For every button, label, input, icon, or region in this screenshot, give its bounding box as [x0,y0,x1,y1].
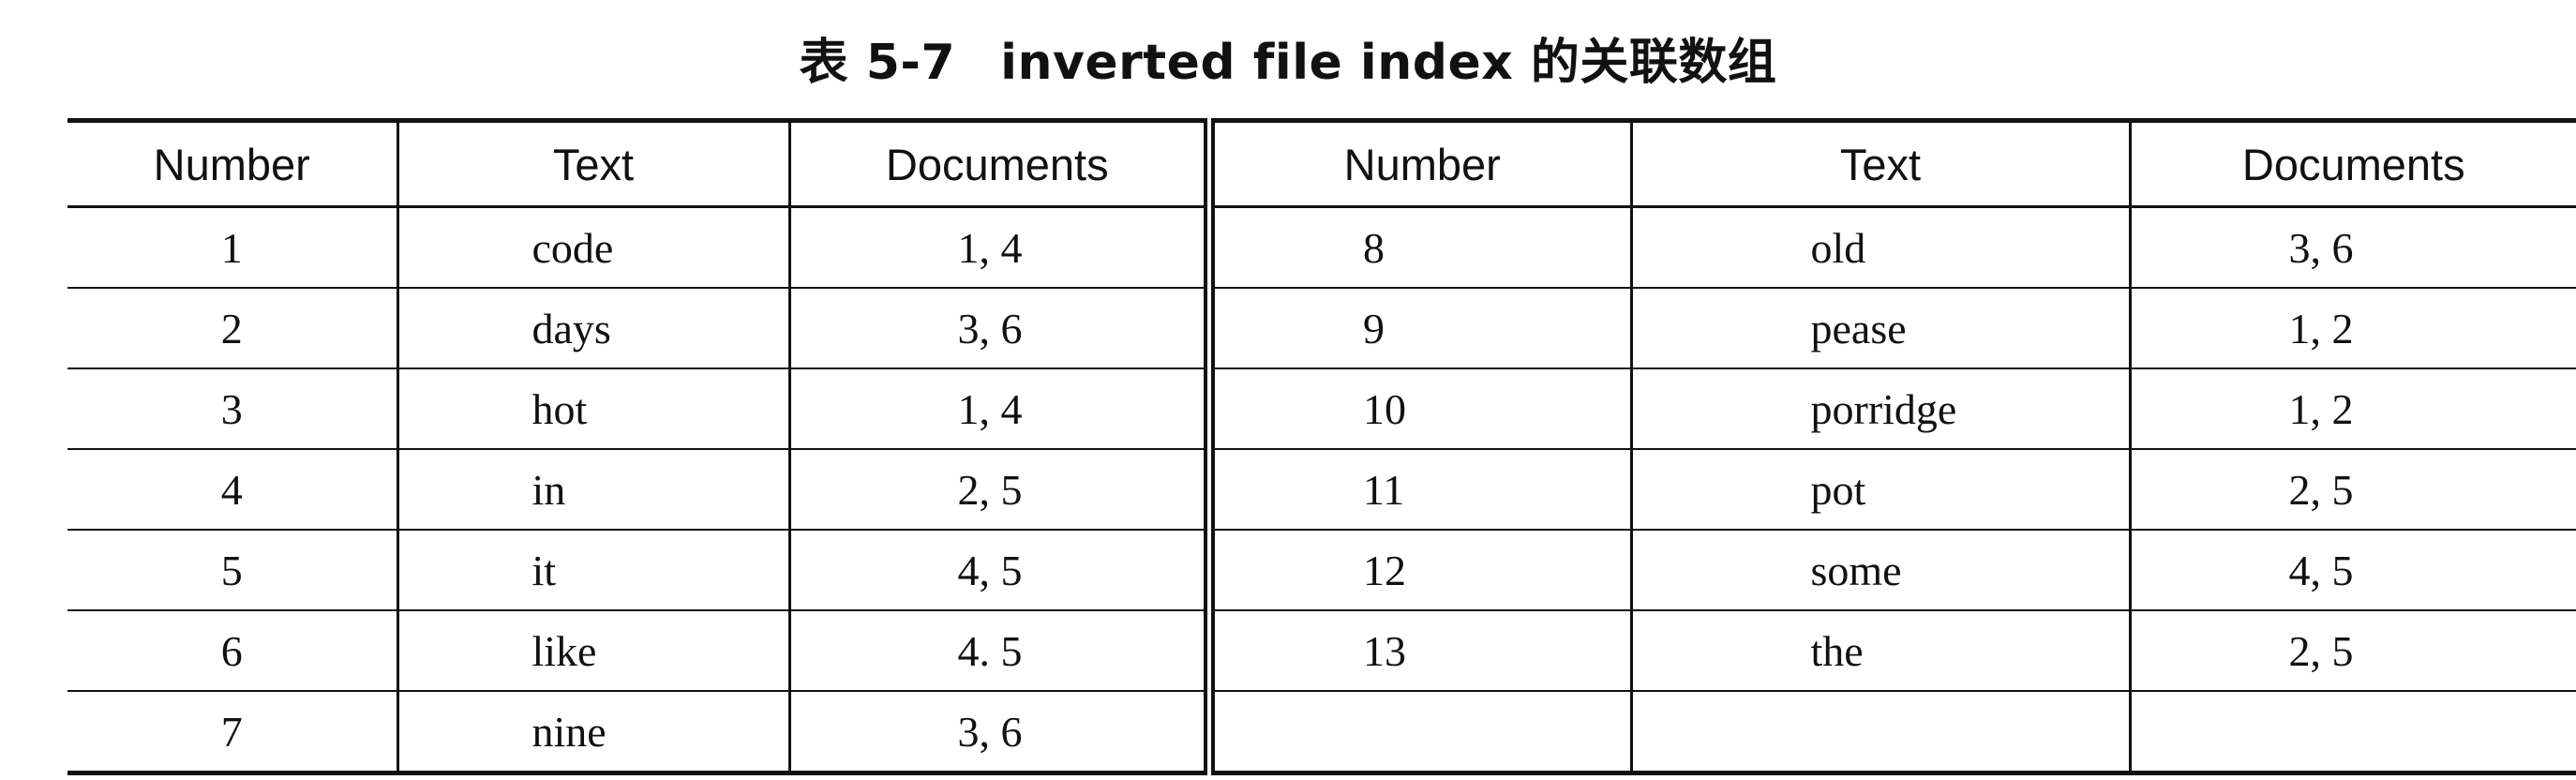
header-text-left: Text [396,120,789,208]
cell-text: it [396,530,789,611]
cell-text: code [396,206,789,289]
cell-text: hot [396,368,789,450]
inverted-index-table: Number Text Documents Number Text Docume… [67,118,2576,775]
cell-number: 12 [1204,530,1631,611]
cell-number: 11 [1204,449,1631,531]
table-row: 4 in 2, 5 11 pot 2, 5 [67,449,2576,531]
header-documents-left: Documents [787,120,1209,208]
cell-number: 8 [1204,206,1631,289]
cell-documents: 1, 4 [787,206,1209,289]
caption-title: inverted file index 的关联数组 [1000,35,1777,91]
table-row: 7 nine 3, 6 [67,691,2576,773]
cell-text: porridge [1629,368,2130,450]
cell-documents: 4, 5 [787,530,1209,611]
cell-text-empty [1629,691,2130,773]
cell-number: 3 [67,368,397,450]
cell-number: 4 [67,449,397,531]
cell-documents: 4. 5 [787,610,1209,692]
cell-documents: 2, 5 [787,449,1209,531]
cell-text: like [396,610,789,692]
header-number-left: Number [67,120,397,208]
header-row: Number Text Documents Number Text Docume… [67,120,2576,208]
cell-documents: 3, 6 [2128,206,2576,289]
cell-number: 7 [220,707,243,756]
cell-documents: 1, 4 [787,368,1209,450]
cell-text: the [1629,610,2130,692]
table-row: 2 days 3, 6 9 pease 1, 2 [67,288,2576,369]
cell-text: nine [396,691,789,773]
inverted-index-table-container: Number Text Documents Number Text Docume… [67,118,2576,775]
cell-text: days [396,288,789,369]
table-row: 1 code 1, 4 8 old 3, 6 [67,206,2576,289]
cell-text: old [1629,206,2130,289]
cell-number: 2 [67,288,397,369]
cell-text: pot [1629,449,2130,531]
header-documents-right: Documents [2128,120,2576,208]
cell-text: in [396,449,789,531]
cell-documents: 2, 5 [2128,449,2576,531]
table-caption: 表 5-7 inverted file index 的关联数组 [0,21,2576,105]
cell-documents: 1, 2 [2128,368,2576,450]
cell-documents: 4, 5 [2128,530,2576,611]
cell-text: pease [1629,288,2130,369]
cell-number: 13 [1204,610,1631,692]
cell-number: 6 [67,610,397,692]
cell-number: 5 [67,530,397,611]
cell-documents-empty [2128,691,2576,773]
table-row: 3 hot 1, 4 10 porridge 1, 2 [67,368,2576,450]
table-row: 5 it 4, 5 12 some 4, 5 [67,530,2576,611]
cell-documents: 1, 2 [2128,288,2576,369]
cell-documents: 3, 6 [787,691,1209,773]
cell-documents: 2, 5 [2128,610,2576,692]
caption-label: 表 5-7 [799,35,956,91]
cell-documents: 3, 6 [787,288,1209,369]
header-number-right: Number [1204,120,1631,208]
header-text-right: Text [1629,120,2130,208]
table-row: 6 like 4. 5 13 the 2, 5 [67,610,2576,692]
cell-number: 10 [1204,368,1631,450]
cell-text: some [1629,530,2130,611]
cell-number: 9 [1204,288,1631,369]
cell-number-empty [1204,691,1631,773]
cell-number: 1 [67,206,397,289]
